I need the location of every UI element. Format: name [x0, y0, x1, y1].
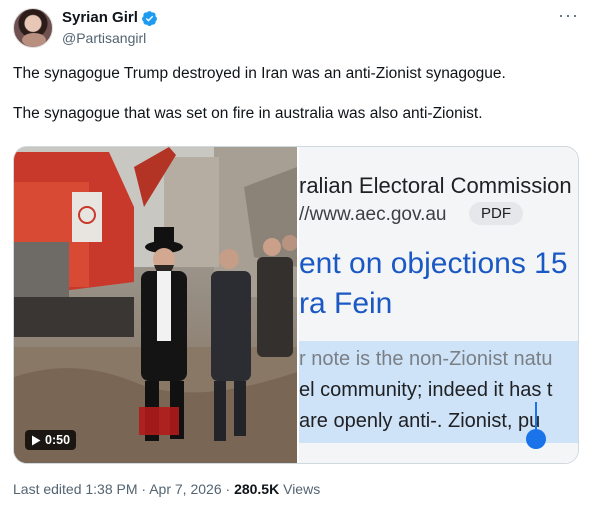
tweet-metadata: Last edited 1:38 PM · Apr 7, 2026 · 280.…	[13, 481, 320, 497]
more-options-icon[interactable]: ···	[558, 5, 579, 26]
video-duration-badge: 0:50	[25, 430, 77, 450]
tweet-header: Syrian Girl @Partisangirl ···	[13, 5, 581, 48]
play-icon	[32, 435, 41, 445]
tweet-date[interactable]: Apr 7, 2026	[149, 481, 221, 497]
aec-title: ralian Electoral Commission	[299, 173, 572, 198]
video-scene-image	[14, 147, 297, 463]
views-label: Views	[283, 481, 321, 497]
tweet-paragraph-1: The synagogue Trump destroyed in Iran wa…	[13, 65, 506, 82]
tweet-text: The synagogue Trump destroyed in Iran wa…	[13, 64, 581, 144]
aec-body-line-1: r note is the non-Zionist natu	[299, 348, 553, 370]
author-display-name-link[interactable]: Syrian Girl	[62, 9, 158, 27]
aec-heading-2: ra Fein	[299, 287, 393, 320]
pdf-badge: PDF	[469, 202, 523, 225]
tweet-paragraph-2: The synagogue that was set on fire in au…	[13, 105, 483, 122]
document-screenshot-image[interactable]: ralian Electoral Commission //www.aec.go…	[299, 147, 578, 463]
author-display-name: Syrian Girl	[62, 9, 138, 26]
author-handle[interactable]: @Partisangirl	[62, 29, 158, 47]
aec-body-line-2: el community; indeed it has t	[299, 379, 553, 401]
author-names: Syrian Girl @Partisangirl	[62, 9, 158, 47]
aec-heading-1: ent on objections 15	[299, 247, 568, 280]
aec-body-line-3: are openly anti-. Zionist, pu	[299, 410, 541, 432]
aec-url: //www.aec.gov.au	[299, 204, 447, 225]
meta-separator: ·	[225, 481, 231, 497]
video-thumbnail[interactable]: 0:50	[14, 147, 297, 463]
meta-separator: ·	[141, 481, 147, 497]
selection-handle	[526, 429, 546, 449]
views-count: 280.5K	[234, 481, 280, 497]
last-edited-link[interactable]: Last edited 1:38 PM	[13, 481, 138, 497]
media-container[interactable]: 0:50 ralian Electoral Commission //www.a…	[13, 146, 579, 464]
avatar[interactable]	[13, 8, 53, 48]
verified-badge-icon	[141, 10, 157, 26]
video-duration: 0:50	[45, 433, 71, 447]
